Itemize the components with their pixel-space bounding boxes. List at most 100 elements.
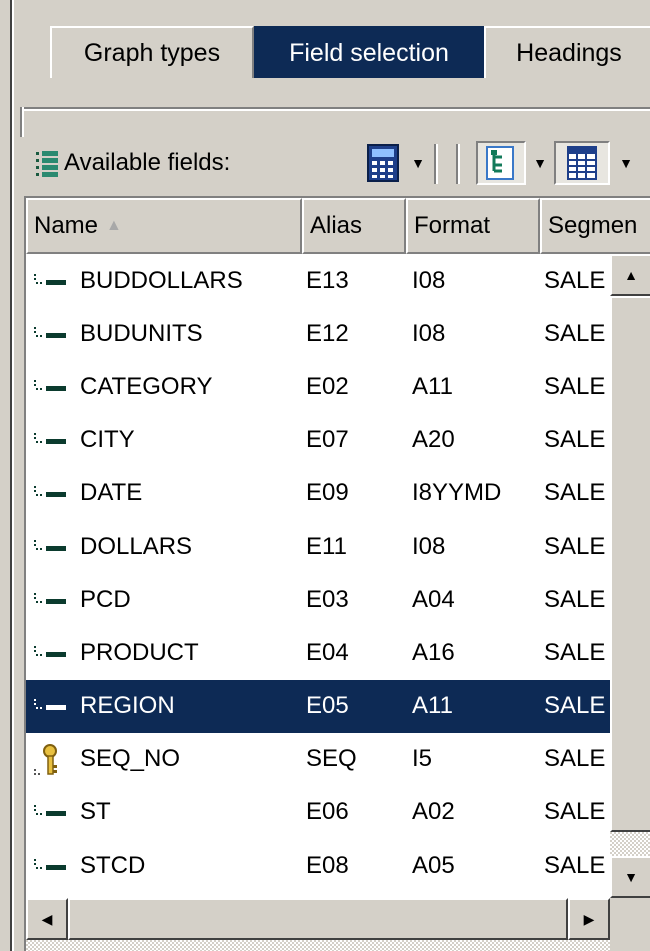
tree-view-icon xyxy=(486,146,514,180)
scroll-left-button[interactable]: ◀ xyxy=(26,898,68,940)
field-segment: SALE xyxy=(544,479,606,507)
field-format: A11 xyxy=(412,692,453,720)
field-icon xyxy=(34,326,66,338)
toolbar-separator xyxy=(456,144,460,184)
row-icon-cell xyxy=(26,573,80,626)
vertical-scrollbar[interactable]: ▲ ▼ xyxy=(610,254,650,898)
list-item[interactable]: REGION E05 A11 SALE xyxy=(26,679,610,733)
field-segment: SALE xyxy=(544,319,606,347)
calculator-icon xyxy=(367,144,399,182)
list-item[interactable]: CATEGORY E02 A11 SALE xyxy=(26,360,610,413)
column-header-format[interactable]: Format xyxy=(406,198,540,254)
grid-view-button[interactable] xyxy=(554,141,610,185)
list-item[interactable]: PRODUCT E04 A16 SALE xyxy=(26,626,610,679)
column-header-name[interactable]: Name ▲ xyxy=(26,198,302,254)
field-name: CITY xyxy=(80,426,135,454)
calculator-dropdown-button[interactable]: ▼ xyxy=(408,141,428,185)
field-format: A11 xyxy=(412,372,453,400)
row-icon-cell xyxy=(26,733,80,786)
sort-ascending-icon: ▲ xyxy=(106,217,122,234)
chevron-down-icon: ▼ xyxy=(619,155,633,171)
row-icon-cell xyxy=(26,626,80,679)
scroll-down-button[interactable]: ▼ xyxy=(610,856,650,898)
field-format: I08 xyxy=(412,319,446,347)
scrollbar-corner xyxy=(610,898,650,951)
tree-view-dropdown-button[interactable]: ▼ xyxy=(530,141,550,185)
row-icon-cell xyxy=(26,414,80,467)
field-alias: SEQ xyxy=(306,745,357,773)
field-name: SEQ_NO xyxy=(80,745,181,773)
available-fields-toolbar: Available fields: ▼ ▼ ▼ xyxy=(24,136,650,192)
field-segment: SALE xyxy=(544,692,606,720)
list-item[interactable]: BUDUNITS E12 I08 SALE xyxy=(26,307,610,360)
field-segment: SALE xyxy=(544,798,606,826)
field-format: I08 xyxy=(412,266,446,294)
grid-view-dropdown-button[interactable]: ▼ xyxy=(616,141,636,185)
window-frame-left xyxy=(0,0,14,951)
field-segment: SALE xyxy=(544,851,606,879)
tab-field-selection[interactable]: Field selection xyxy=(254,26,484,78)
column-header-alias[interactable]: Alias xyxy=(302,198,406,254)
available-fields-list[interactable]: Name ▲ Alias Format Segmen BUDDOLLARS E13… xyxy=(24,196,650,951)
field-alias: E06 xyxy=(306,798,349,826)
grid-view-icon xyxy=(567,146,597,180)
horizontal-scroll-thumb[interactable] xyxy=(68,898,568,940)
field-icon xyxy=(34,699,66,711)
tab-graph-types[interactable]: Graph types xyxy=(50,26,254,78)
field-name: REGION xyxy=(80,692,175,720)
field-icon xyxy=(34,805,66,817)
list-item[interactable]: STCD E08 A05 SALE xyxy=(26,839,610,892)
row-icon-cell xyxy=(26,467,80,520)
group-box-border-left xyxy=(20,107,24,137)
row-icon-cell xyxy=(26,307,80,360)
column-header-segment[interactable]: Segmen xyxy=(540,198,650,254)
field-segment: SALE xyxy=(544,426,606,454)
field-name: PCD xyxy=(80,585,131,613)
list-item[interactable]: CITY E07 A20 SALE xyxy=(26,414,610,467)
tab-label: Graph types xyxy=(83,38,221,67)
horizontal-scrollbar[interactable]: ◀ ▶ xyxy=(26,898,610,951)
field-format: A05 xyxy=(412,851,455,879)
tab-headings[interactable]: Headings xyxy=(484,26,650,78)
calculator-button[interactable] xyxy=(362,141,406,185)
field-icon xyxy=(34,486,66,498)
vertical-scroll-thumb[interactable] xyxy=(610,296,650,832)
tree-view-button[interactable] xyxy=(476,141,526,185)
field-icon xyxy=(34,858,66,870)
field-segment: SALE xyxy=(544,532,606,560)
chevron-down-icon: ▼ xyxy=(533,155,547,171)
scroll-right-button[interactable]: ▶ xyxy=(568,898,610,940)
row-icon-cell xyxy=(26,680,80,733)
field-list-icon xyxy=(36,151,58,177)
field-icon xyxy=(34,273,66,285)
list-item[interactable]: SEQ_NO SEQ I5 SALE xyxy=(26,733,610,786)
key-icon xyxy=(34,743,57,775)
arrow-up-icon: ▲ xyxy=(624,267,638,283)
field-format: I8YYMD xyxy=(412,479,502,507)
field-format: I5 xyxy=(412,745,433,773)
field-name: PRODUCT xyxy=(80,638,199,666)
scroll-up-button[interactable]: ▲ xyxy=(610,254,650,296)
field-segment: SALE xyxy=(544,266,606,294)
list-item[interactable]: DATE E09 I8YYMD SALE xyxy=(26,467,610,520)
list-item[interactable]: BUDDOLLARS E13 I08 SALE xyxy=(26,254,610,307)
field-icon xyxy=(34,645,66,657)
field-segment: SALE xyxy=(544,638,606,666)
list-item[interactable]: DOLLARS E11 I08 SALE xyxy=(26,520,610,573)
column-header-label: Segmen xyxy=(548,212,638,239)
field-name: STCD xyxy=(80,851,146,879)
field-alias: E13 xyxy=(306,266,349,294)
available-fields-label: Available fields: xyxy=(64,149,231,176)
list-item[interactable]: PCD E03 A04 SALE xyxy=(26,573,610,626)
list-item[interactable]: ST E06 A02 SALE xyxy=(26,786,610,839)
field-alias: E03 xyxy=(306,585,349,613)
field-icon xyxy=(34,592,66,604)
field-format: A02 xyxy=(412,798,455,826)
field-name: BUDDOLLARS xyxy=(80,266,243,294)
tab-label: Headings xyxy=(516,38,622,67)
field-icon xyxy=(34,379,66,391)
row-icon-cell xyxy=(26,786,80,839)
field-format: I08 xyxy=(412,532,446,560)
field-format: A04 xyxy=(412,585,455,613)
field-name: CATEGORY xyxy=(80,372,213,400)
